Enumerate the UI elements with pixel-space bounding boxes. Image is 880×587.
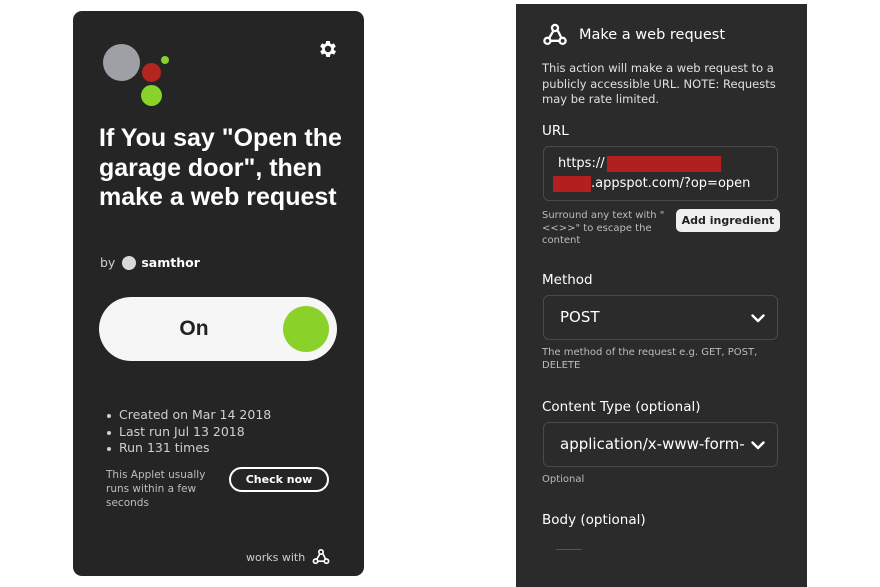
url-line-2: .appspot.com/?op=open: [553, 174, 777, 194]
stat-last-run: Last run Jul 13 2018: [106, 424, 271, 441]
url-suffix: .appspot.com/?op=open: [591, 176, 751, 191]
service-dot-red: [142, 63, 161, 82]
url-field[interactable]: https:// .appspot.com/?op=open: [543, 146, 778, 201]
url-hint: Surround any text with "<<>>" to escape …: [542, 210, 665, 246]
action-description: This action will make a web request to a…: [542, 61, 776, 106]
chevron-down-icon: [751, 441, 765, 450]
method-label: Method: [542, 272, 593, 288]
body-field-edge: [556, 549, 582, 550]
stat-run-count: Run 131 times: [106, 440, 271, 457]
method-hint: The method of the request e.g. GET, POST…: [542, 347, 758, 371]
toggle-label: On: [179, 317, 209, 340]
works-with-label: works with: [246, 550, 306, 564]
run-timing-note: This Applet usually runs within a few se…: [106, 469, 206, 509]
method-select[interactable]: POST: [543, 295, 778, 340]
url-prefix: https://: [558, 156, 605, 171]
works-with: works with: [246, 547, 331, 567]
service-dot-grey: [103, 44, 140, 81]
applet-stats: Created on Mar 14 2018 Last run Jul 13 2…: [106, 407, 271, 457]
content-type-label: Content Type (optional): [542, 399, 701, 415]
author-prefix: by: [100, 255, 116, 270]
applet-card: If You say "Open the garage door", then …: [73, 11, 364, 576]
avatar: [122, 255, 137, 270]
service-dot-green: [141, 85, 162, 106]
check-now-button[interactable]: Check now: [229, 467, 329, 492]
webhooks-icon[interactable]: [311, 547, 331, 567]
toggle-knob[interactable]: [283, 306, 329, 352]
author-name[interactable]: samthor: [141, 255, 200, 270]
gear-icon[interactable]: [317, 38, 339, 60]
action-header: Make a web request: [541, 21, 725, 49]
action-title: Make a web request: [579, 27, 726, 43]
applet-title: If You say "Open the garage door", then …: [99, 124, 342, 211]
content-type-select[interactable]: application/x-www-form-urlencoded: [543, 422, 778, 467]
applet-toggle[interactable]: On: [99, 297, 337, 361]
url-line-1: https://: [558, 154, 777, 174]
stat-created: Created on Mar 14 2018: [106, 407, 271, 424]
content-type-value: application/x-www-form-urlencoded: [560, 435, 746, 453]
content-type-hint: Optional: [542, 474, 585, 485]
redacted-host-part-1: [606, 155, 721, 172]
method-value: POST: [560, 308, 600, 326]
chevron-down-icon: [751, 314, 765, 323]
action-config-panel: Make a web request This action will make…: [516, 4, 807, 587]
applet-author: by samthor: [100, 255, 200, 270]
add-ingredient-button[interactable]: Add ingredient: [676, 209, 780, 232]
url-label: URL: [542, 123, 569, 139]
body-label: Body (optional): [542, 512, 646, 528]
webhooks-icon: [543, 23, 567, 46]
redacted-host-part-2: [553, 175, 591, 192]
service-dot-small-green: [161, 56, 169, 64]
